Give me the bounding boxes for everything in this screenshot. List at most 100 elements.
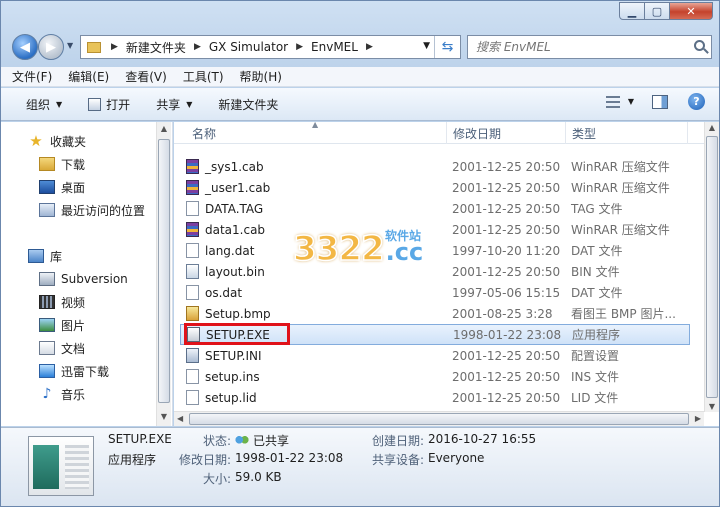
- search-icon[interactable]: [694, 40, 705, 51]
- file-scroll-thumb[interactable]: [706, 136, 718, 398]
- file-type: DAT 文件: [571, 244, 623, 258]
- minimize-button[interactable]: ▁: [619, 2, 645, 20]
- file-row[interactable]: setup.lid 2001-12-25 20:50 LID 文件: [180, 387, 690, 408]
- file-date: 2001-12-25 20:50: [452, 159, 561, 174]
- file-list-scrollbar[interactable]: ▲ ▼: [704, 122, 719, 412]
- thumbnail-left-panel: [33, 445, 59, 489]
- file-list: 名称 ▲ 修改日期 类型 _sys1.cab 2001-12-25 20:50 Wi…: [174, 122, 719, 426]
- nav-xunlei[interactable]: 迅雷下载: [39, 360, 109, 382]
- file-date: 2001-12-25 20:50: [452, 390, 561, 405]
- dropdown-arrow-icon: ▼: [186, 99, 193, 109]
- file-name: Setup.bmp: [205, 306, 271, 321]
- menu-bar: 文件(F) 编辑(E) 查看(V) 工具(T) 帮助(H): [1, 67, 719, 87]
- nav-desktop[interactable]: 桌面: [39, 176, 85, 198]
- breadcrumb-item[interactable]: 新建文件夹: [124, 36, 188, 58]
- file-row[interactable]: data1.cab 2001-12-25 20:50 WinRAR 压缩文件: [180, 219, 690, 240]
- file-row[interactable]: layout.bin 2001-12-25 20:50 BIN 文件: [180, 261, 690, 282]
- view-options-icon[interactable]: [605, 95, 620, 108]
- search-box: [467, 35, 712, 59]
- nav-videos[interactable]: 视频: [39, 291, 85, 313]
- chevron-right-icon[interactable]: ▶: [105, 42, 124, 52]
- breadcrumb-item[interactable]: EnvMEL: [309, 36, 360, 58]
- column-type[interactable]: 类型: [566, 122, 688, 144]
- address-bar[interactable]: ▶ 新建文件夹 ▶ GX Simulator ▶ EnvMEL ▶ ▼ ⇆: [80, 35, 461, 59]
- nav-documents[interactable]: 文档: [39, 337, 85, 359]
- horizontal-scrollbar[interactable]: ◀ ▶: [174, 411, 704, 426]
- file-icon: [186, 369, 199, 384]
- search-input[interactable]: [468, 36, 678, 58]
- nav-subversion[interactable]: Subversion: [39, 268, 128, 290]
- scroll-up-icon[interactable]: ▲: [707, 123, 717, 132]
- horizontal-scroll-thumb[interactable]: [189, 413, 689, 425]
- highlight-annotation-box: [184, 323, 290, 345]
- forward-button[interactable]: ▶: [38, 34, 64, 60]
- history-dropdown-button[interactable]: ▼: [67, 41, 73, 50]
- column-date[interactable]: 修改日期: [447, 122, 566, 144]
- nav-libraries[interactable]: 库: [28, 245, 62, 267]
- breadcrumb-item[interactable]: GX Simulator: [207, 36, 290, 58]
- menu-tools[interactable]: 工具(T): [183, 68, 224, 85]
- nav-downloads[interactable]: 下载: [39, 153, 85, 175]
- file-row[interactable]: SETUP.INI 2001-12-25 20:50 配置设置: [180, 345, 690, 366]
- nav-favorites[interactable]: ★ 收藏夹: [28, 130, 86, 152]
- scroll-up-icon[interactable]: ▲: [159, 124, 169, 136]
- address-dropdown-icon[interactable]: ▼: [423, 41, 430, 51]
- bmp-icon: [186, 306, 199, 321]
- new-folder-button[interactable]: 新建文件夹: [218, 96, 278, 113]
- file-name: setup.lid: [205, 390, 257, 405]
- menu-help[interactable]: 帮助(H): [240, 68, 282, 85]
- view-dropdown-icon[interactable]: ▼: [628, 97, 634, 106]
- file-type: WinRAR 压缩文件: [571, 181, 670, 195]
- file-name: _user1.cab: [205, 180, 271, 195]
- file-icon: [186, 243, 199, 258]
- file-row[interactable]: _user1.cab 2001-12-25 20:50 WinRAR 压缩文件: [180, 177, 690, 198]
- share-button[interactable]: 共享 ▼: [156, 96, 192, 113]
- chevron-right-icon[interactable]: ▶: [360, 42, 379, 52]
- menu-view[interactable]: 查看(V): [125, 68, 167, 85]
- back-button[interactable]: ◀: [12, 34, 38, 60]
- file-row[interactable]: _sys1.cab 2001-12-25 20:50 WinRAR 压缩文件: [180, 156, 690, 177]
- file-date: 2001-12-25 20:50: [452, 222, 561, 237]
- scroll-down-icon[interactable]: ▼: [707, 402, 717, 411]
- nav-scroll-thumb[interactable]: [158, 139, 170, 403]
- file-date: 2001-12-25 20:50: [452, 180, 561, 195]
- file-type: LID 文件: [571, 391, 619, 405]
- file-name: SETUP.INI: [205, 348, 262, 363]
- winrar-icon: [186, 222, 199, 237]
- file-row[interactable]: DATA.TAG 2001-12-25 20:50 TAG 文件: [180, 198, 690, 219]
- menu-edit[interactable]: 编辑(E): [68, 68, 109, 85]
- details-created-label: 创建日期:: [372, 434, 425, 448]
- file-row[interactable]: Setup.bmp 2001-08-25 3:28 看图王 BMP 图片...: [180, 303, 690, 324]
- file-date: 2001-12-25 20:50: [452, 201, 561, 216]
- details-share-label: 共享设备:: [372, 453, 425, 467]
- chevron-right-icon[interactable]: ▶: [290, 42, 309, 52]
- details-modified-value: 1998-01-22 23:08: [235, 451, 344, 465]
- file-type: 配置设置: [571, 349, 620, 363]
- open-icon: [88, 97, 102, 111]
- file-name: _sys1.cab: [205, 159, 264, 174]
- help-icon[interactable]: ?: [688, 93, 705, 110]
- nav-recent[interactable]: 最近访问的位置: [39, 199, 145, 221]
- nav-scrollbar[interactable]: ▲ ▼: [156, 122, 171, 426]
- file-row[interactable]: lang.dat 1997-10-20 11:20 DAT 文件: [180, 240, 690, 261]
- file-row[interactable]: os.dat 1997-05-06 15:15 DAT 文件: [180, 282, 690, 303]
- nav-xunlei-label: 迅雷下载: [61, 364, 110, 379]
- nav-music[interactable]: ♪ 音乐: [39, 383, 85, 405]
- nav-pictures[interactable]: 图片: [39, 314, 85, 336]
- close-button[interactable]: ✕: [670, 2, 713, 20]
- scroll-right-icon[interactable]: ▶: [695, 414, 701, 423]
- nav-desktop-label: 桌面: [61, 180, 86, 195]
- organize-button[interactable]: 组织 ▼: [26, 96, 62, 113]
- nav-documents-label: 文档: [61, 341, 86, 356]
- music-note-icon: ♪: [42, 386, 52, 402]
- open-button[interactable]: 打开: [88, 96, 130, 113]
- refresh-button[interactable]: ⇆: [434, 36, 460, 58]
- menu-file[interactable]: 文件(F): [12, 68, 52, 85]
- scroll-down-icon[interactable]: ▼: [159, 412, 169, 424]
- scroll-left-icon[interactable]: ◀: [177, 414, 183, 423]
- preview-pane-icon[interactable]: [652, 94, 668, 109]
- chevron-right-icon[interactable]: ▶: [188, 42, 207, 52]
- details-modified-label: 修改日期:: [179, 453, 232, 467]
- maximize-button[interactable]: ▢: [645, 2, 670, 20]
- file-row[interactable]: setup.ins 2001-12-25 20:50 INS 文件: [180, 366, 690, 387]
